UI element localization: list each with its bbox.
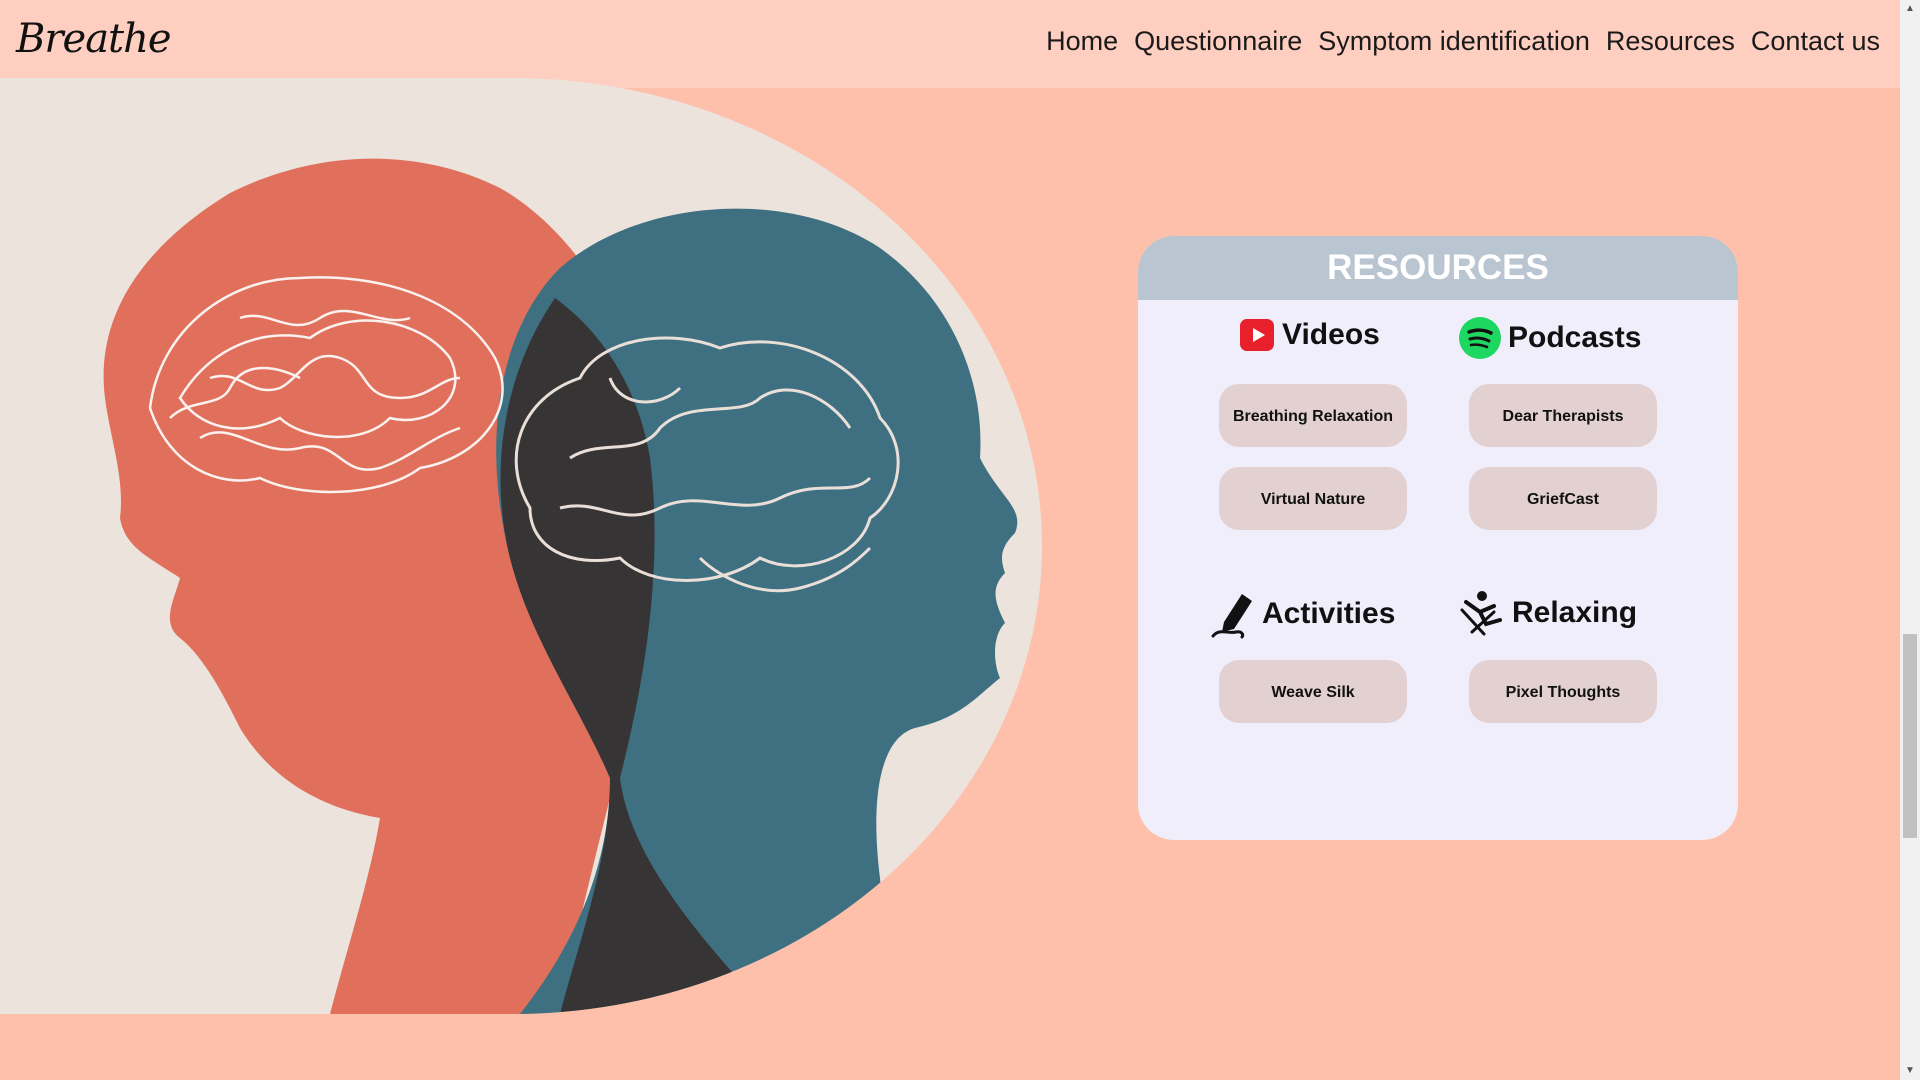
scrollbar-thumb[interactable]	[1903, 634, 1917, 838]
weave-silk-button[interactable]: Weave Silk	[1219, 660, 1407, 723]
relaxing-person-icon	[1456, 588, 1506, 638]
relaxing-heading: Relaxing	[1456, 588, 1637, 638]
nav-links: Home Questionnaire Symptom identificatio…	[1046, 26, 1880, 57]
nav-link-symptom-identification[interactable]: Symptom identification	[1318, 26, 1590, 57]
podcasts-heading: Podcasts	[1458, 316, 1641, 360]
videos-heading-label: Videos	[1282, 318, 1380, 351]
scroll-up-arrow-icon[interactable]: ▲	[1900, 0, 1920, 18]
youtube-icon	[1238, 316, 1276, 354]
activities-heading-label: Activities	[1262, 597, 1396, 630]
griefcast-button[interactable]: GriefCast	[1469, 467, 1657, 530]
nav-link-resources[interactable]: Resources	[1606, 26, 1735, 57]
videos-heading: Videos	[1238, 316, 1380, 354]
spotify-icon	[1458, 316, 1502, 360]
nav-link-questionnaire[interactable]: Questionnaire	[1134, 26, 1302, 57]
brand-logo[interactable]: Breathe	[16, 16, 172, 62]
dear-therapists-button[interactable]: Dear Therapists	[1469, 384, 1657, 447]
resources-title: RESOURCES	[1138, 236, 1738, 300]
relaxing-heading-label: Relaxing	[1512, 596, 1638, 629]
page-scrollbar[interactable]: ▲ ▼	[1900, 0, 1920, 1080]
resources-card: RESOURCES Videos Podcasts Breathing Rela…	[1138, 236, 1738, 840]
nav-link-home[interactable]: Home	[1046, 26, 1118, 57]
pixel-thoughts-button[interactable]: Pixel Thoughts	[1469, 660, 1657, 723]
podcasts-heading-label: Podcasts	[1508, 321, 1642, 354]
nav-link-contact-us[interactable]: Contact us	[1751, 26, 1880, 57]
breathing-relaxation-button[interactable]: Breathing Relaxation	[1219, 384, 1407, 447]
two-heads-brain-illustration	[103, 158, 1018, 1014]
activities-heading: Activities	[1208, 588, 1395, 640]
virtual-nature-button[interactable]: Virtual Nature	[1219, 467, 1407, 530]
scroll-down-arrow-icon[interactable]: ▼	[1900, 1062, 1920, 1080]
navbar: Breathe Home Questionnaire Symptom ident…	[0, 0, 1900, 88]
hero-illustration	[0, 78, 1042, 1014]
pen-icon	[1208, 588, 1256, 640]
